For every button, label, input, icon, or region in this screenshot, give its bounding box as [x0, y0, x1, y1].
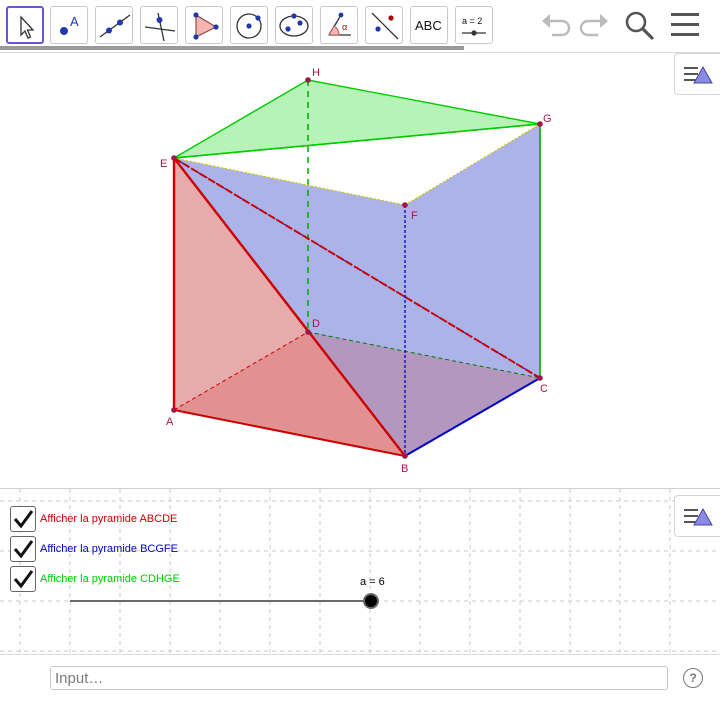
search-icon [625, 11, 654, 40]
circle-tool-button[interactable] [230, 6, 268, 44]
angle-icon: α [328, 12, 351, 36]
point-f[interactable] [402, 202, 408, 208]
label-b: B [401, 463, 408, 475]
point-b[interactable] [402, 453, 408, 459]
checkbox-pyramid-bcgfe[interactable] [10, 536, 36, 562]
cube-figure[interactable]: A B C D E F G H [0, 53, 720, 488]
label-c: C [540, 383, 548, 395]
angle-tool-button[interactable]: α [320, 6, 358, 44]
circle-center-point-icon [236, 13, 262, 39]
point-tool-button[interactable]: A [50, 6, 88, 44]
toolbar-scroll-indicator [0, 46, 464, 50]
checkmark-icon [13, 510, 34, 529]
slider-knob[interactable] [363, 593, 379, 609]
toolbar: A α ABC a = 2 [0, 0, 720, 52]
point-e[interactable] [171, 155, 177, 161]
slider-tool-label: a = 2 [462, 16, 482, 26]
checkbox-label-bcgfe: Afficher la pyramide BCGFE [40, 543, 178, 555]
checkbox-label-cdhge: Afficher la pyramide CDHGE [40, 573, 180, 585]
reflect-icon [371, 12, 399, 40]
undo-button[interactable] [538, 8, 574, 42]
polygon-icon [193, 12, 219, 40]
menu-icon [671, 13, 699, 36]
slider-tool-button[interactable]: a = 2 [455, 6, 493, 44]
help-icon[interactable]: ? [683, 668, 703, 688]
point-h[interactable] [305, 77, 311, 83]
point-a[interactable] [171, 407, 177, 413]
label-g: G [543, 113, 552, 125]
graphics-view-3d[interactable]: A B C D E F G H [0, 53, 720, 488]
redo-icon [579, 14, 608, 37]
line-icon [99, 14, 131, 38]
redo-button[interactable] [576, 8, 612, 42]
text-tool-label: ABC [415, 18, 442, 33]
checkbox-pyramid-cdhge[interactable] [10, 566, 36, 592]
label-d: D [312, 318, 320, 330]
algebra-panel: Afficher la pyramide ABCDE Afficher la p… [0, 488, 720, 655]
text-tool-button[interactable]: ABC [410, 6, 448, 44]
input-field[interactable] [50, 666, 668, 690]
pyramid-cdhge-face [173, 79, 541, 159]
style-bar-icon [684, 65, 713, 84]
label-h: H [312, 67, 320, 79]
perpendicular-line-icon [144, 12, 176, 42]
move-arrow-icon [20, 15, 35, 39]
move-tool-button[interactable] [6, 6, 44, 44]
graphics-style-bar-toggle[interactable] [674, 53, 720, 95]
polygon-tool-button[interactable] [185, 6, 223, 44]
checkmark-icon [13, 540, 34, 559]
reflect-tool-button[interactable] [365, 6, 403, 44]
label-e: E [160, 158, 167, 170]
point-tool-label: A [70, 14, 79, 29]
input-bar: ? [0, 654, 720, 701]
checkbox-label-abcde: Afficher la pyramide ABCDE [40, 513, 178, 525]
text-tool-icon: ABC [415, 18, 442, 33]
perpendicular-tool-button[interactable] [140, 6, 178, 44]
slider-label: a = 6 [360, 576, 385, 588]
label-f: F [411, 210, 418, 222]
undo-icon [542, 14, 571, 37]
point-g[interactable] [537, 121, 543, 127]
point-d[interactable] [305, 329, 311, 335]
ellipse-icon [279, 13, 309, 37]
point-icon: A [60, 14, 79, 35]
angle-tool-label: α [342, 22, 347, 32]
style-bar-icon [684, 507, 713, 526]
search-button[interactable] [622, 8, 658, 42]
checkbox-pyramid-abcde[interactable] [10, 506, 36, 532]
ellipse-tool-button[interactable] [275, 6, 313, 44]
line-tool-button[interactable] [95, 6, 133, 44]
slider-tool-icon: a = 2 [462, 16, 486, 36]
algebra-style-bar-toggle[interactable] [674, 495, 720, 537]
checkmark-icon [13, 570, 34, 589]
slider-track[interactable] [70, 600, 372, 602]
main-menu-button[interactable] [668, 8, 704, 42]
point-c[interactable] [537, 375, 543, 381]
label-a: A [166, 416, 174, 428]
